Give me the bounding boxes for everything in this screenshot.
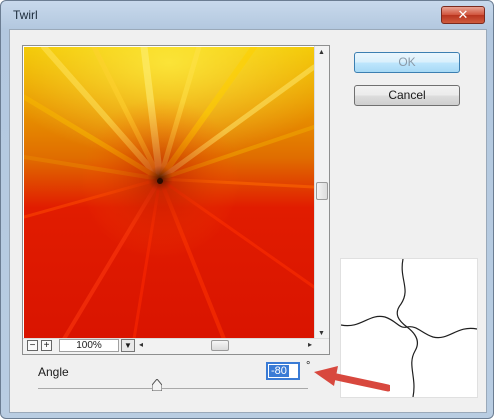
preview-bottom-bar: − + 100% ▼ ◂ ▸ (23, 338, 329, 354)
arrow-annotation (314, 366, 390, 392)
dialog-title: Twirl (13, 8, 38, 22)
close-icon: ✕ (457, 7, 469, 22)
scroll-right-icon[interactable]: ▸ (308, 340, 312, 349)
twirl-preview-svg (24, 47, 314, 339)
preview-image[interactable] (24, 47, 314, 339)
chevron-down-icon: ▼ (124, 341, 132, 350)
angle-slider-thumb[interactable] (151, 379, 162, 391)
zoom-level-field[interactable]: 100% (59, 339, 119, 352)
scroll-down-icon[interactable]: ▼ (318, 330, 325, 337)
scroll-up-icon[interactable]: ▲ (318, 49, 325, 56)
dialog-client-area: ▲ ▼ − + 100% ▼ ◂ ▸ OK Cancel Angle -80 ° (9, 29, 487, 413)
zoom-dropdown-button[interactable]: ▼ (121, 339, 135, 352)
title-bar[interactable]: Twirl ✕ (1, 1, 493, 29)
angle-value: -80 (269, 365, 289, 377)
preview-vertical-scrollbar[interactable]: ▲ ▼ (314, 46, 329, 340)
angle-label: Angle (38, 365, 69, 379)
ok-button[interactable]: OK (354, 52, 460, 73)
preview-panel: ▲ ▼ − + 100% ▼ ◂ ▸ (22, 45, 330, 355)
zoom-in-button[interactable]: + (41, 340, 52, 351)
close-button[interactable]: ✕ (441, 6, 485, 24)
vertical-scroll-thumb[interactable] (316, 182, 328, 200)
scroll-left-icon[interactable]: ◂ (139, 340, 143, 349)
angle-slider-track[interactable] (38, 388, 308, 389)
zoom-out-button[interactable]: − (27, 340, 38, 351)
angle-input[interactable]: -80 (266, 362, 300, 380)
cancel-button[interactable]: Cancel (354, 85, 460, 106)
horizontal-scroll-thumb[interactable] (211, 340, 229, 351)
twirl-dialog: Twirl ✕ ▲ ▼ − + 100% ▼ ◂ ▸ OK Cancel Ang… (0, 0, 494, 419)
